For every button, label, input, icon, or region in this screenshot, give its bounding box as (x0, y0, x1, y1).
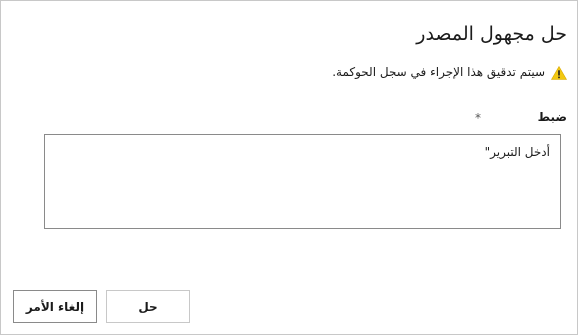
warning-text: سيتم تدقيق هذا الإجراء في سجل الحوكمة. (332, 65, 545, 79)
justification-label: ضبط (537, 110, 567, 124)
justification-input[interactable] (44, 134, 561, 229)
resolve-dialog: حل مجهول المصدر سيتم تدقيق هذا الإجراء ف… (0, 0, 578, 335)
cancel-button[interactable]: إلغاء الأمر (13, 290, 97, 323)
warning-message: سيتم تدقيق هذا الإجراء في سجل الحوكمة. (332, 65, 568, 80)
required-indicator: * (475, 111, 481, 125)
dialog-title: حل مجهول المصدر (416, 23, 567, 45)
resolve-button[interactable]: حل (106, 290, 190, 323)
warning-icon (550, 65, 568, 80)
